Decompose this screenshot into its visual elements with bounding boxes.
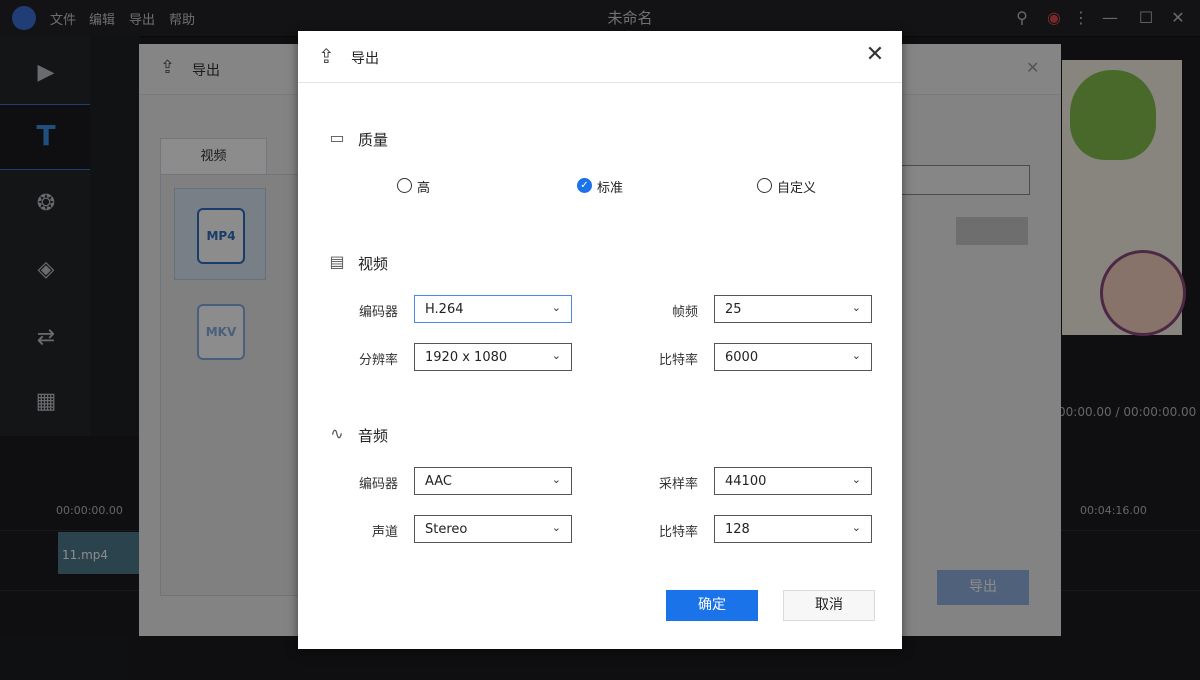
video-bitrate-value: 6000: [725, 350, 759, 365]
channel-value: Stereo: [425, 522, 468, 537]
video-section-title: 视频: [358, 255, 389, 273]
film-strip-icon: ▤: [329, 252, 345, 271]
quality-custom-radio[interactable]: [757, 178, 772, 193]
video-bitrate-label: 比特率: [658, 353, 698, 368]
audio-bitrate-label: 比特率: [658, 525, 698, 540]
cancel-button[interactable]: 取消: [783, 590, 875, 621]
samplerate-label: 采样率: [658, 477, 698, 492]
quality-high-radio[interactable]: [397, 178, 412, 193]
chevron-down-icon: ⌄: [551, 301, 561, 314]
chevron-down-icon: ⌄: [551, 349, 561, 362]
chevron-down-icon: ⌄: [851, 521, 861, 534]
audio-encoder-select[interactable]: AAC ⌄: [414, 467, 572, 495]
channel-select[interactable]: Stereo ⌄: [414, 515, 572, 543]
chevron-down-icon: ⌄: [851, 473, 861, 486]
chevron-down-icon: ⌄: [551, 473, 561, 486]
audio-encoder-value: AAC: [425, 474, 452, 489]
audio-bitrate-select[interactable]: 128 ⌄: [714, 515, 872, 543]
export-icon: ⇪: [318, 44, 335, 68]
quality-standard-label[interactable]: 标准: [597, 177, 623, 196]
ok-button[interactable]: 确定: [666, 590, 758, 621]
video-encoder-value: H.264: [425, 302, 464, 317]
samplerate-value: 44100: [725, 474, 767, 489]
modal-header: [298, 31, 902, 83]
video-encoder-select[interactable]: H.264 ⌄: [414, 295, 572, 323]
audio-bitrate-value: 128: [725, 522, 750, 537]
audio-encoder-label: 编码器: [358, 477, 398, 492]
export-settings-modal: [298, 31, 902, 649]
fps-value: 25: [725, 302, 742, 317]
quality-section-title: 质量: [358, 131, 389, 149]
chevron-down-icon: ⌄: [851, 301, 861, 314]
resolution-label: 分辨率: [358, 353, 398, 368]
quality-standard-radio[interactable]: ✓: [577, 178, 592, 193]
channel-label: 声道: [371, 525, 398, 540]
modal-title: 导出: [351, 51, 379, 67]
chevron-down-icon: ⌄: [851, 349, 861, 362]
video-bitrate-select[interactable]: 6000 ⌄: [714, 343, 872, 371]
quality-high-label[interactable]: 高: [417, 177, 430, 196]
quality-custom-label[interactable]: 自定义: [777, 177, 816, 196]
resolution-value: 1920 x 1080: [425, 350, 508, 365]
close-icon[interactable]: ✕: [864, 44, 886, 67]
fps-select[interactable]: 25 ⌄: [714, 295, 872, 323]
resolution-select[interactable]: 1920 x 1080 ⌄: [414, 343, 572, 371]
fps-label: 帧频: [671, 305, 698, 320]
waveform-icon: ∿: [330, 424, 344, 443]
audio-section-title: 音频: [358, 427, 389, 445]
video-encoder-label: 编码器: [358, 305, 398, 320]
monitor-icon: ▭: [329, 128, 345, 147]
samplerate-select[interactable]: 44100 ⌄: [714, 467, 872, 495]
chevron-down-icon: ⌄: [551, 521, 561, 534]
